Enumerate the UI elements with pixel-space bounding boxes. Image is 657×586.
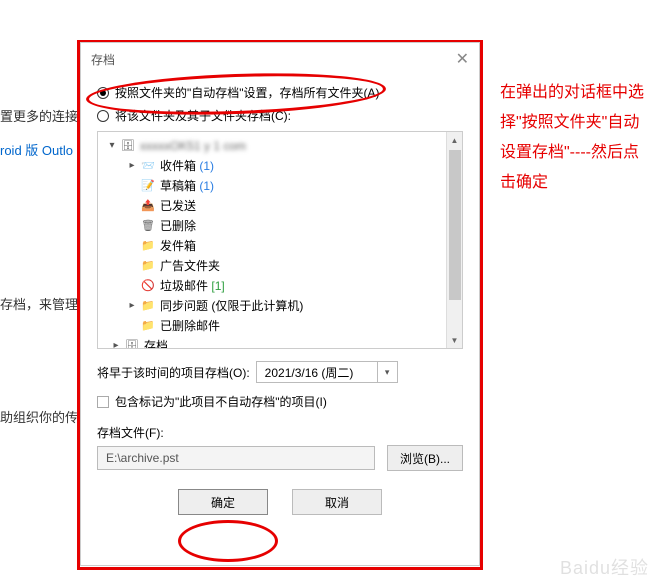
cancel-button[interactable]: 取消 bbox=[292, 489, 382, 515]
background-panel: 置更多的连接 roid 版 Outlo 存档，来管理 助组织你的传 bbox=[0, 0, 80, 435]
radio-icon bbox=[97, 110, 109, 122]
tree-row[interactable]: 草稿箱 (1) bbox=[100, 176, 460, 196]
trash-icon bbox=[140, 219, 156, 233]
annotation-text: 在弹出的对话框中选择"按照文件夹"自动设置存档"----然后点击确定 bbox=[500, 78, 650, 198]
chevron-right-icon: ▸ bbox=[110, 336, 122, 349]
bg-text: 助组织你的传 bbox=[0, 401, 80, 435]
junk-icon bbox=[140, 279, 156, 293]
tree-label: 同步问题 (仅限于此计算机) bbox=[160, 296, 303, 316]
bg-text: 置更多的连接 bbox=[0, 100, 80, 134]
browse-button[interactable]: 浏览(B)... bbox=[387, 445, 463, 471]
tree-row[interactable]: ▸ 同步问题 (仅限于此计算机) bbox=[100, 296, 460, 316]
titlebar: 存档 ✕ bbox=[81, 43, 479, 75]
checkbox-icon bbox=[97, 396, 109, 408]
date-value: 2021/3/16 (周二) bbox=[257, 364, 377, 381]
date-combo[interactable]: 2021/3/16 (周二) ▾ bbox=[256, 361, 398, 383]
file-label: 存档文件(F): bbox=[97, 424, 463, 441]
scroll-up-icon[interactable]: ▲ bbox=[447, 132, 462, 148]
radio-auto-archive[interactable]: 按照文件夹的"自动存档"设置，存档所有文件夹(A) bbox=[97, 81, 463, 104]
dialog-title: 存档 bbox=[91, 51, 115, 68]
folder-icon bbox=[140, 259, 156, 273]
archive-icon bbox=[124, 339, 140, 349]
sent-icon bbox=[140, 199, 156, 213]
watermark: Baidu经验 bbox=[560, 554, 649, 580]
tree-label: 已删除 bbox=[160, 216, 196, 236]
folder-icon bbox=[140, 239, 156, 253]
archive-file-input[interactable]: E:\archive.pst bbox=[97, 446, 375, 470]
tree-label: xxxxxOK51 y 1 com bbox=[140, 136, 246, 156]
tree-row[interactable]: 已发送 bbox=[100, 196, 460, 216]
tree-label: 垃圾邮件 bbox=[160, 276, 208, 296]
tree-label: 已发送 bbox=[160, 196, 196, 216]
tree-count: (1) bbox=[199, 176, 214, 196]
radio-label: 将该文件夹及其子文件夹存档(C): bbox=[115, 107, 291, 124]
radio-archive-folder[interactable]: 将该文件夹及其子文件夹存档(C): bbox=[97, 104, 463, 127]
chevron-down-icon[interactable]: ▾ bbox=[377, 362, 397, 382]
chevron-right-icon: ▸ bbox=[126, 156, 138, 176]
scroll-thumb[interactable] bbox=[449, 150, 461, 300]
tree-label: 收件箱 bbox=[160, 156, 196, 176]
scroll-down-icon[interactable]: ▼ bbox=[447, 332, 462, 348]
tree-row[interactable]: 已删除 bbox=[100, 216, 460, 236]
tree-label: 发件箱 bbox=[160, 236, 196, 256]
checkbox-row[interactable]: 包含标记为"此项目不自动存档"的项目(I) bbox=[97, 393, 463, 410]
tree-row[interactable]: 垃圾邮件 [1] bbox=[100, 276, 460, 296]
tree-row[interactable]: 发件箱 bbox=[100, 236, 460, 256]
tree-row[interactable]: ▾ xxxxxOK51 y 1 com bbox=[100, 136, 460, 156]
chevron-right-icon: ▸ bbox=[126, 296, 138, 316]
radio-icon bbox=[97, 87, 109, 99]
tree-row[interactable]: 广告文件夹 bbox=[100, 256, 460, 276]
drafts-icon bbox=[140, 179, 156, 193]
checkbox-label: 包含标记为"此项目不自动存档"的项目(I) bbox=[115, 393, 327, 410]
ok-button[interactable]: 确定 bbox=[178, 489, 268, 515]
date-row: 将早于该时间的项目存档(O): 2021/3/16 (周二) ▾ bbox=[97, 361, 463, 383]
tree-row[interactable]: 已删除邮件 bbox=[100, 316, 460, 336]
date-label: 将早于该时间的项目存档(O): bbox=[97, 364, 250, 381]
tree-count: [1] bbox=[211, 276, 224, 296]
account-icon bbox=[120, 139, 136, 153]
bg-text: 存档，来管理 bbox=[0, 288, 80, 322]
tree-label: 草稿箱 bbox=[160, 176, 196, 196]
folder-icon bbox=[140, 319, 156, 333]
archive-dialog: 存档 ✕ 按照文件夹的"自动存档"设置，存档所有文件夹(A) 将该文件夹及其子文… bbox=[80, 42, 480, 566]
radio-label: 按照文件夹的"自动存档"设置，存档所有文件夹(A) bbox=[115, 84, 380, 101]
chevron-down-icon: ▾ bbox=[106, 136, 118, 156]
scrollbar[interactable]: ▲ ▼ bbox=[446, 132, 462, 348]
archive-file-value: E:\archive.pst bbox=[106, 451, 179, 465]
tree-label: 广告文件夹 bbox=[160, 256, 220, 276]
tree-row[interactable]: ▸ 收件箱 (1) bbox=[100, 156, 460, 176]
tree-label: 已删除邮件 bbox=[160, 316, 220, 336]
inbox-icon bbox=[140, 159, 156, 173]
tree-row[interactable]: ▸ 存档 bbox=[100, 336, 460, 349]
bg-link: roid 版 Outlo bbox=[0, 134, 80, 168]
folder-tree[interactable]: ▾ xxxxxOK51 y 1 com ▸ 收件箱 (1) 草稿箱 (1) bbox=[97, 131, 463, 349]
close-icon[interactable]: ✕ bbox=[456, 49, 469, 69]
tree-label: 存档 bbox=[144, 336, 168, 349]
folder-icon bbox=[140, 299, 156, 313]
tree-count: (1) bbox=[199, 156, 214, 176]
